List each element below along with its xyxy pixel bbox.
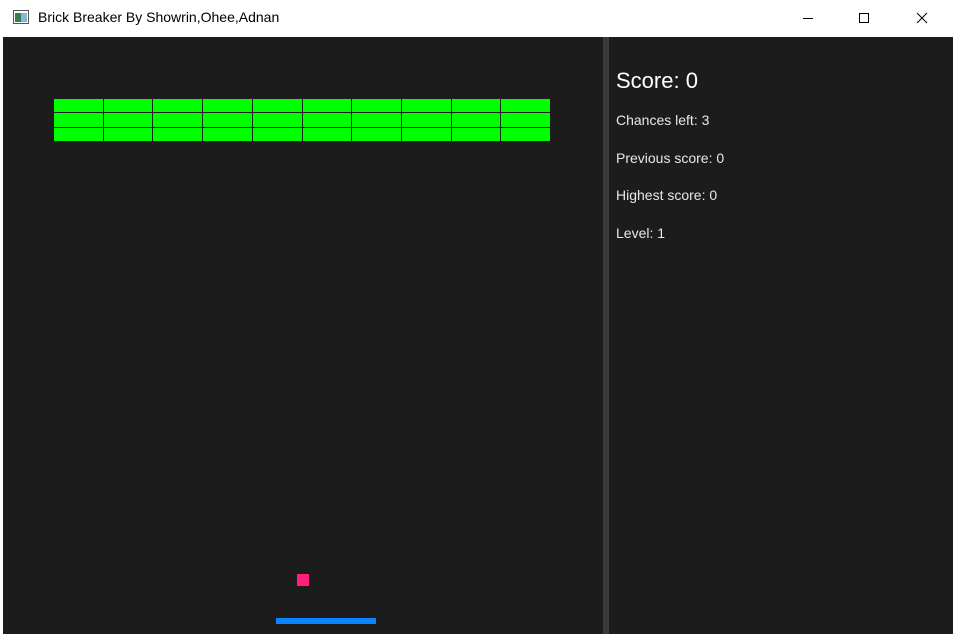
ball bbox=[297, 574, 309, 586]
previous-score-label: Previous score: 0 bbox=[616, 150, 725, 166]
brick bbox=[451, 99, 501, 113]
maximize-icon bbox=[859, 13, 869, 23]
score-panel: Score: 0 Chances left: 3 Previous score:… bbox=[609, 37, 953, 634]
brick bbox=[352, 99, 401, 113]
brick bbox=[203, 127, 252, 141]
brick bbox=[451, 127, 501, 141]
brick bbox=[302, 127, 352, 141]
chances-left-label: Chances left: 3 bbox=[616, 112, 710, 128]
brick bbox=[401, 99, 451, 113]
brick bbox=[401, 113, 451, 127]
brick bbox=[153, 127, 203, 141]
brick bbox=[302, 99, 352, 113]
close-icon bbox=[916, 12, 928, 24]
brick bbox=[103, 127, 153, 141]
brick bbox=[302, 113, 352, 127]
app-icon bbox=[13, 10, 29, 24]
score-label: Score: 0 bbox=[616, 68, 698, 93]
level-label: Level: 1 bbox=[616, 225, 666, 241]
brick bbox=[54, 99, 103, 113]
brick bbox=[103, 99, 153, 113]
brick-wall bbox=[54, 99, 550, 141]
brick bbox=[252, 127, 302, 141]
brick bbox=[153, 113, 203, 127]
brick bbox=[252, 99, 302, 113]
brick bbox=[451, 113, 501, 127]
close-button[interactable] bbox=[899, 0, 945, 36]
brick bbox=[501, 113, 550, 127]
brick bbox=[153, 99, 203, 113]
brick bbox=[54, 127, 103, 141]
maximize-button[interactable] bbox=[841, 0, 887, 36]
brick bbox=[501, 127, 550, 141]
game-window: Brick Breaker By Showrin,Ohee,Adnan Scor… bbox=[0, 0, 953, 634]
brick bbox=[54, 113, 103, 127]
brick bbox=[352, 113, 401, 127]
brick bbox=[203, 99, 252, 113]
paddle[interactable] bbox=[276, 618, 376, 624]
brick bbox=[103, 113, 153, 127]
brick bbox=[203, 113, 252, 127]
brick bbox=[352, 127, 401, 141]
game-canvas[interactable] bbox=[3, 37, 603, 634]
title-bar: Brick Breaker By Showrin,Ohee,Adnan bbox=[0, 0, 953, 36]
brick bbox=[501, 99, 550, 113]
brick bbox=[401, 127, 451, 141]
minimize-button[interactable] bbox=[785, 0, 831, 36]
brick bbox=[252, 113, 302, 127]
highest-score-label: Highest score: 0 bbox=[616, 187, 718, 203]
window-title: Brick Breaker By Showrin,Ohee,Adnan bbox=[38, 9, 280, 25]
minimize-icon bbox=[803, 18, 813, 19]
